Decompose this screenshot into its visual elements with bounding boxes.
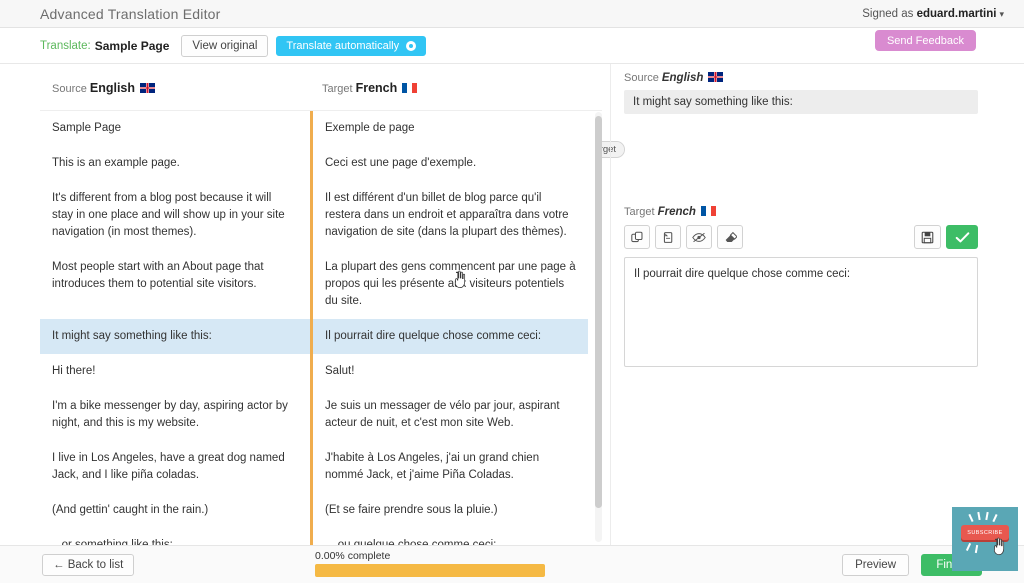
segment-row[interactable]: Sample Page Exemple de page (40, 111, 588, 146)
account-menu[interactable]: Signed as eduard.martini ▾ (862, 8, 1004, 20)
clear-eraser-icon[interactable] (717, 225, 743, 249)
segment-source-text: Sample Page (52, 122, 122, 134)
translation-editor-app: Advanced Translation Editor Signed as ed… (0, 0, 1024, 583)
segment-source-text: I'm a bike messenger by day, aspiring ac… (52, 400, 288, 429)
progress-bar (315, 564, 545, 577)
segment-row[interactable]: Hi there! Salut! (40, 354, 588, 389)
checkmark-icon[interactable] (946, 225, 978, 249)
segment-list-scrollbar[interactable] (595, 112, 602, 542)
source-language: English (89, 81, 136, 95)
segment-source-text: It's different from a blog post because … (52, 192, 285, 238)
signed-as-prefix: Signed as (862, 7, 914, 20)
chevron-down-icon: ▾ (999, 8, 1004, 19)
editor-target-section: Target French (624, 206, 984, 372)
mouse-pointer-cursor (454, 270, 466, 289)
translate-label: Translate: (40, 39, 91, 52)
top-bar: Advanced Translation Editor Signed as ed… (0, 0, 1024, 28)
copy-source-icon[interactable] (624, 225, 650, 249)
segment-row[interactable]: Most people start with an About page tha… (40, 250, 588, 319)
subscribe-overlay-widget[interactable]: SUBSCRIBE (952, 507, 1018, 571)
send-feedback-button[interactable]: Send Feedback (874, 30, 976, 51)
toggle-visibility-icon[interactable] (686, 225, 712, 249)
ray-icon (975, 544, 979, 554)
segment-row[interactable]: (And gettin' caught in the rain.) (Et se … (40, 493, 588, 528)
flag-gb-icon (140, 83, 156, 93)
progress-bar-fill (315, 564, 545, 577)
target-language: French (355, 81, 398, 95)
editor-target-language: French (657, 206, 696, 218)
preview-button[interactable]: Preview (842, 554, 909, 576)
editor-source-section: Source English It might say something lik… (624, 72, 984, 114)
ray-icon (985, 511, 989, 521)
source-label: Source (52, 83, 87, 95)
page-title: Advanced Translation Editor (40, 5, 221, 22)
action-bar: Translate: Sample Page View original Tra… (0, 28, 1024, 64)
view-original-button[interactable]: View original (181, 34, 269, 57)
segment-target-text[interactable]: Ceci est une page d'exemple. (310, 146, 588, 181)
editor-source-label: Source English (624, 72, 984, 84)
segment-target-text[interactable]: J'habite à Los Angeles, j'ai un grand ch… (310, 441, 588, 493)
gear-icon (406, 40, 417, 51)
segment-source-text: Hi there! (52, 365, 96, 377)
segment-source-text: Most people start with an About page tha… (52, 261, 264, 290)
target-column-header: Target French (322, 81, 418, 95)
source-column-header: Source English (52, 81, 156, 95)
floppy-save-icon[interactable] (914, 225, 941, 249)
editor-source-language: English (661, 72, 704, 84)
segment-target-text[interactable]: Il pourrait dire quelque chose comme cec… (310, 319, 588, 354)
segment-target-text[interactable]: Je suis un messager de vélo par jour, as… (310, 389, 588, 441)
segment-row[interactable]: It might say something like this: Il pour… (40, 319, 588, 354)
bottom-bar: ← Back to list 0.00% complete Preview Fi… (0, 545, 1024, 583)
editor-target-label: Target French (624, 206, 984, 218)
ray-icon (992, 514, 998, 522)
segment-source-text: I live in Los Angeles, have a great dog … (52, 452, 285, 481)
translate-automatically-label: Translate automatically (286, 39, 400, 52)
translate-page-name: Sample Page (94, 38, 170, 53)
ray-icon (977, 511, 981, 521)
flag-gb-icon (708, 72, 724, 82)
segment-row[interactable]: I live in Los Angeles, have a great dog … (40, 441, 588, 493)
segment-target-text[interactable]: (Et se faire prendre sous la pluie.) (310, 493, 588, 528)
segment-list[interactable]: Sample Page Exemple de page This is an exa… (40, 110, 602, 545)
ray-icon (968, 514, 974, 522)
scrollbar-thumb[interactable] (595, 116, 602, 508)
target-label: Target (322, 83, 353, 95)
ray-icon (966, 543, 972, 551)
username-label: eduard.martini (916, 7, 997, 20)
flag-fr-icon (700, 206, 716, 216)
progress-section: 0.00% complete (315, 550, 545, 577)
target-text-editor[interactable] (624, 257, 978, 367)
editor-source-text: It might say something like this: (624, 90, 978, 114)
segment-target-text[interactable]: Salut! (310, 354, 588, 389)
segment-row[interactable]: ...or something like this: ... ou quelque… (40, 528, 588, 545)
translate-automatically-button[interactable]: Translate automatically (276, 35, 427, 56)
segment-source-text: This is an example page. (52, 157, 180, 169)
segment-source-text: ...or something like this: (52, 539, 173, 545)
segment-source-text: (And gettin' caught in the rain.) (52, 504, 209, 516)
segment-row[interactable]: It's different from a blog post because … (40, 181, 588, 250)
editor-target-label-text: Target (624, 206, 655, 218)
progress-label: 0.00% complete (315, 550, 391, 562)
segment-target-text[interactable]: Exemple de page (310, 111, 588, 146)
editor-source-label-text: Source (624, 72, 659, 84)
segment-target-text[interactable]: ... ou quelque chose comme ceci: (310, 528, 588, 545)
segment-target-text[interactable]: La plupart des gens commencent par une p… (310, 250, 588, 319)
back-to-list-button[interactable]: ← Back to list (42, 554, 135, 576)
segment-row[interactable]: This is an example page. Ceci est une pag… (40, 146, 588, 181)
segment-source-text: It might say something like this: (52, 330, 212, 342)
segment-target-text[interactable]: Il est différent d'un billet de blog par… (310, 181, 588, 250)
copy-paste-icon[interactable] (655, 225, 681, 249)
panel-divider (610, 64, 611, 545)
segment-row[interactable]: I'm a bike messenger by day, aspiring ac… (40, 389, 588, 441)
editor-toolbar (624, 225, 978, 249)
flag-fr-icon (402, 83, 418, 93)
hand-pointer-icon (993, 537, 1005, 556)
